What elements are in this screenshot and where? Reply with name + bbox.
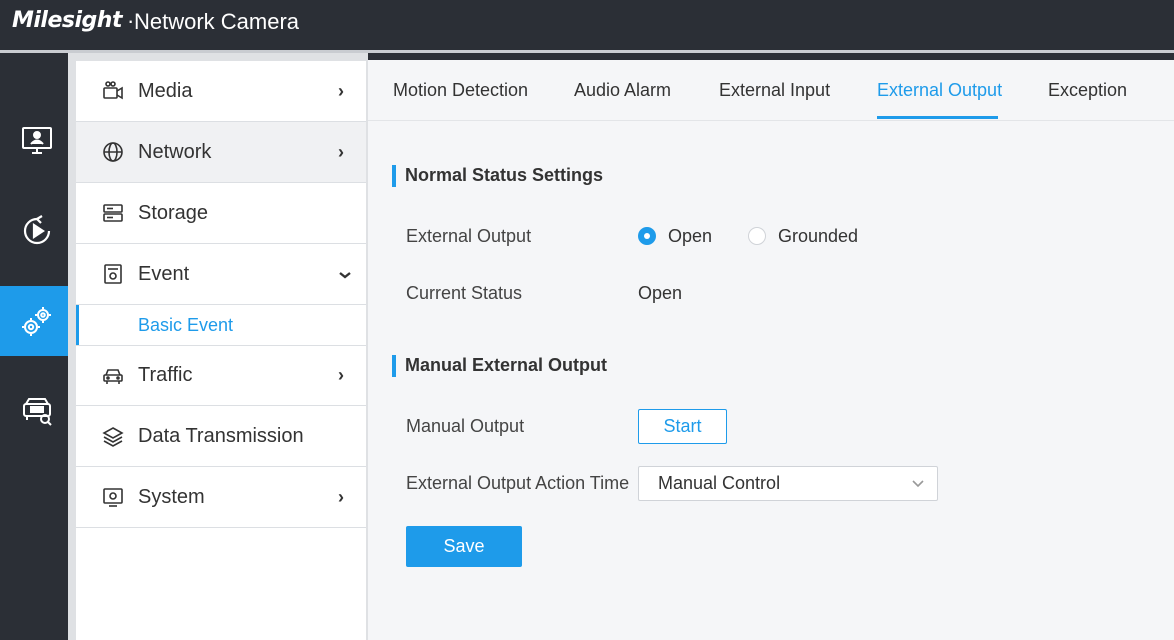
- submenu-label-basic-event: Basic Event: [138, 315, 234, 335]
- external-output-label: External Output: [406, 226, 532, 246]
- tab-external-output[interactable]: External Output: [877, 80, 1002, 101]
- chevron-right-icon: ›: [338, 365, 344, 385]
- settings-submenu: Media › Network › Storage Event Basic Ev…: [68, 53, 368, 640]
- start-button[interactable]: Start: [638, 409, 727, 444]
- action-time-select-value: Manual Control: [658, 473, 781, 493]
- submenu-panel: Media › Network › Storage Event Basic Ev…: [76, 61, 366, 640]
- action-time-select[interactable]: Manual Control: [638, 466, 938, 501]
- menu-item-event[interactable]: Event: [76, 244, 366, 305]
- layers-icon: [102, 425, 124, 447]
- rail-item-live-view[interactable]: [0, 106, 73, 176]
- playback-icon: [23, 215, 50, 245]
- vehicle-search-icon: [22, 398, 52, 426]
- menu-item-storage[interactable]: Storage: [76, 183, 366, 244]
- menu-item-network[interactable]: Network ›: [76, 122, 366, 183]
- manual-output-label: Manual Output: [406, 416, 525, 436]
- tab-external-input[interactable]: External Input: [719, 80, 830, 101]
- chevron-right-icon: ›: [338, 486, 344, 507]
- radio-open[interactable]: [638, 227, 656, 245]
- active-tab-underline: [877, 116, 998, 119]
- radio-label-open: Open: [668, 226, 713, 246]
- main-content: Motion Detection Audio Alarm External In…: [368, 60, 1174, 640]
- tab-exception[interactable]: Exception: [1048, 80, 1127, 101]
- menu-label-event: Event: [138, 262, 190, 285]
- section-title-normal-status: Normal Status Settings: [392, 165, 604, 187]
- menu-label-data-transmission: Data Transmission: [138, 424, 304, 447]
- storage-icon: [102, 202, 124, 224]
- menu-label-system: System: [138, 485, 205, 508]
- top-bar: Milesight · Network Camera: [0, 0, 1174, 50]
- radio-grounded[interactable]: [748, 227, 766, 245]
- submenu-item-basic-event[interactable]: Basic Event: [76, 305, 366, 345]
- action-time-label: External Output Action Time: [406, 473, 630, 493]
- globe-icon: [102, 141, 124, 163]
- settings-gears-icon: [21, 307, 51, 336]
- section-accent-bar: [392, 165, 396, 187]
- menu-label-traffic: Traffic: [138, 364, 193, 386]
- chevron-down-icon: [338, 264, 352, 285]
- menu-label-storage: Storage: [138, 201, 209, 224]
- section-accent-bar: [392, 355, 396, 377]
- brand-logo: Milesight: [12, 8, 122, 33]
- section-title-text: Manual External Output: [405, 355, 608, 375]
- menu-label-network: Network: [138, 140, 212, 163]
- radio-label-grounded: Grounded: [778, 226, 859, 246]
- section-title-manual-output: Manual External Output: [392, 355, 608, 377]
- car-icon: [102, 365, 124, 387]
- system-icon: [102, 486, 124, 508]
- tab-audio-alarm[interactable]: Audio Alarm: [574, 80, 671, 101]
- camera-icon: [102, 80, 124, 102]
- menu-item-data-transmission[interactable]: Data Transmission: [76, 406, 366, 467]
- icon-rail: [0, 53, 73, 640]
- rail-item-playback[interactable]: [0, 196, 73, 266]
- tab-motion-detection[interactable]: Motion Detection: [393, 80, 528, 101]
- chevron-right-icon: ›: [338, 80, 344, 101]
- chevron-right-icon: ›: [338, 141, 344, 162]
- current-status-label: Current Status: [406, 283, 523, 303]
- rail-item-settings[interactable]: [0, 286, 73, 356]
- menu-item-traffic[interactable]: Traffic ›: [76, 345, 366, 406]
- chevron-down-icon: [912, 480, 924, 488]
- menu-item-media[interactable]: Media ›: [76, 61, 366, 122]
- menu-item-system[interactable]: System ›: [76, 467, 366, 528]
- active-indicator: [76, 305, 79, 345]
- event-icon: [102, 263, 124, 285]
- save-button[interactable]: Save: [406, 526, 522, 567]
- current-status-value: Open: [638, 283, 683, 303]
- app-title: Network Camera: [134, 9, 300, 34]
- monitor-icon: [21, 127, 52, 154]
- event-tabs: Motion Detection Audio Alarm External In…: [368, 60, 1174, 121]
- rail-item-traffic-search[interactable]: [0, 376, 73, 446]
- section-title-text: Normal Status Settings: [405, 165, 604, 185]
- menu-label-media: Media: [138, 79, 193, 102]
